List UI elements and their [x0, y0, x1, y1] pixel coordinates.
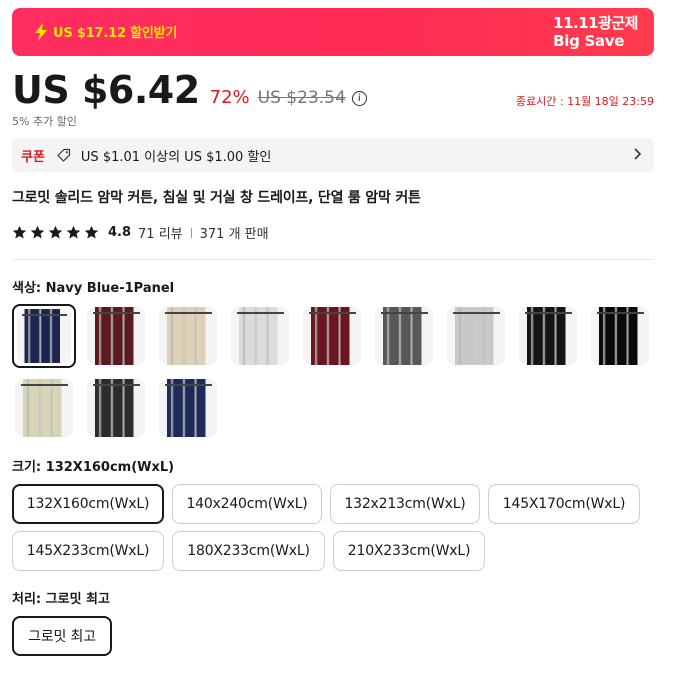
size-option[interactable]: 140x240cm(WxL): [172, 484, 322, 524]
sold-count: 371 개 판매: [199, 227, 269, 242]
color-swatch[interactable]: [375, 307, 433, 365]
color-swatch[interactable]: [447, 307, 505, 365]
product-title: 그로밋 솔리드 암막 커튼, 침실 및 거실 창 드레이프, 단열 룸 암막 커…: [12, 190, 421, 206]
curtain-thumbnail: [15, 379, 73, 437]
size-label: 크기: 132X160cm(WxL): [12, 456, 174, 475]
current-price: US $6.42: [12, 68, 200, 112]
curtain-thumbnail: [375, 307, 433, 365]
color-swatch[interactable]: [303, 307, 361, 365]
size-option[interactable]: 132x213cm(WxL): [330, 484, 480, 524]
treatment-selected-value: 그로밋 최고: [45, 592, 110, 607]
curtain-rod: [596, 312, 645, 315]
original-price: US $23.54: [257, 88, 346, 108]
coupon-label: 쿠폰: [21, 149, 45, 165]
section-divider: [12, 259, 654, 260]
sale-event-subtitle: Big Save: [553, 32, 625, 50]
curtain-thumbnail: [17, 309, 71, 363]
divider: [190, 227, 192, 238]
color-swatch[interactable]: [591, 307, 649, 365]
rating-value: 4.8: [108, 225, 132, 240]
treatment-label: 처리: 그로밋 최고: [12, 588, 110, 607]
promo-banner[interactable]: US $17.12 할인받기 11.11광군제 Big Save: [12, 8, 654, 56]
sale-event-title: 11.11광군제: [553, 14, 638, 32]
curtain-thumbnail: [591, 307, 649, 365]
coupon-text: US $1.01 이상의 US $1.00 할인: [80, 149, 272, 165]
rating-stars: [12, 225, 102, 240]
size-option[interactable]: 180X233cm(WxL): [172, 531, 325, 571]
curtain-rod: [92, 312, 141, 315]
color-swatch[interactable]: [15, 379, 73, 437]
star-icon: [84, 225, 99, 239]
coupon-claim[interactable]: US $17.12 할인받기: [34, 22, 177, 41]
size-option[interactable]: 145X170cm(WxL): [488, 484, 640, 524]
curtain-rod: [92, 384, 141, 387]
tag-icon: [57, 148, 71, 162]
info-icon[interactable]: i: [351, 91, 367, 106]
size-option[interactable]: 132X160cm(WxL): [12, 484, 164, 524]
curtain-rod: [236, 312, 285, 315]
price-row: US $6.42 72% US $23.54 i: [12, 68, 367, 112]
coupon-claim-text: US $17.12 할인받기: [53, 26, 178, 41]
color-swatch[interactable]: [159, 307, 217, 365]
discount-percent: 72%: [209, 87, 250, 108]
color-label-prefix: 색상:: [12, 281, 46, 296]
curtain-rod: [452, 312, 501, 315]
color-swatch[interactable]: [159, 379, 217, 437]
curtain-thumbnail: [231, 307, 289, 365]
curtain-thumbnail: [87, 307, 145, 365]
size-label-prefix: 크기:: [12, 460, 46, 475]
size-option[interactable]: 210X233cm(WxL): [333, 531, 485, 571]
size-option[interactable]: 145X233cm(WxL): [12, 531, 164, 571]
curtain-thumbnail: [447, 307, 505, 365]
curtain-thumbnail: [159, 379, 217, 437]
star-icon: [66, 225, 81, 239]
treatment-option[interactable]: 그로밋 최고: [12, 616, 112, 656]
review-count[interactable]: 71 리뷰: [138, 223, 183, 242]
curtain-thumbnail: [519, 307, 577, 365]
color-swatch[interactable]: [87, 379, 145, 437]
curtain-rod: [164, 312, 213, 315]
chevron-right-icon[interactable]: [632, 147, 642, 161]
star-icon: [30, 225, 45, 239]
color-swatch[interactable]: [519, 307, 577, 365]
curtain-rod: [164, 384, 213, 387]
color-swatch[interactable]: [231, 307, 289, 365]
extra-discount: 5% 추가 할인: [12, 115, 77, 128]
color-swatch[interactable]: [87, 307, 145, 365]
sale-event-logo: 11.11광군제 Big Save: [553, 14, 638, 50]
color-swatch[interactable]: [12, 304, 76, 368]
curtain-thumbnail: [303, 307, 361, 365]
curtain-rod: [380, 312, 429, 315]
size-selected-value: 132X160cm(WxL): [45, 460, 175, 475]
star-icon: [12, 225, 27, 239]
curtain-thumbnail: [159, 307, 217, 365]
coupon-bar[interactable]: 쿠폰 US $1.01 이상의 US $1.00 할인: [12, 138, 654, 172]
color-selected-value: Navy Blue-1Panel: [45, 281, 175, 296]
color-label: 색상: Navy Blue-1Panel: [12, 277, 174, 296]
curtain-thumbnail: [87, 379, 145, 437]
curtain-rod: [524, 312, 573, 315]
sale-end-time: 종료시간 : 11월 18일 23:59: [515, 95, 654, 108]
curtain-rod: [22, 313, 67, 316]
star-icon: [48, 225, 63, 239]
curtain-rod: [308, 312, 357, 315]
lightning-bolt-icon: [35, 22, 47, 41]
curtain-rod: [20, 384, 69, 387]
rating-row[interactable]: 4.8 71 리뷰 371 개 판매: [12, 223, 269, 242]
treatment-label-prefix: 처리:: [12, 592, 46, 607]
